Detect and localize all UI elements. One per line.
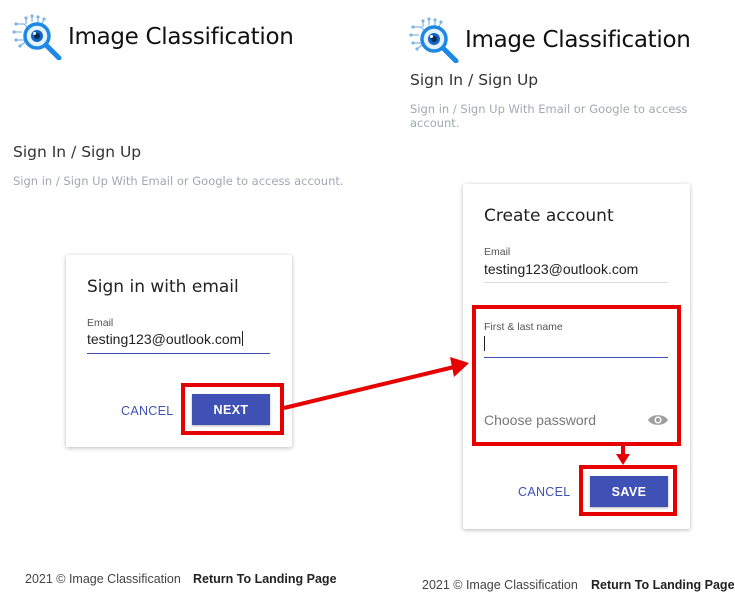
arrow-head-right: [450, 357, 469, 377]
arrow-next-to-create: [283, 365, 455, 410]
annotation-arrows: [283, 357, 630, 465]
arrow-head-down: [616, 454, 630, 465]
